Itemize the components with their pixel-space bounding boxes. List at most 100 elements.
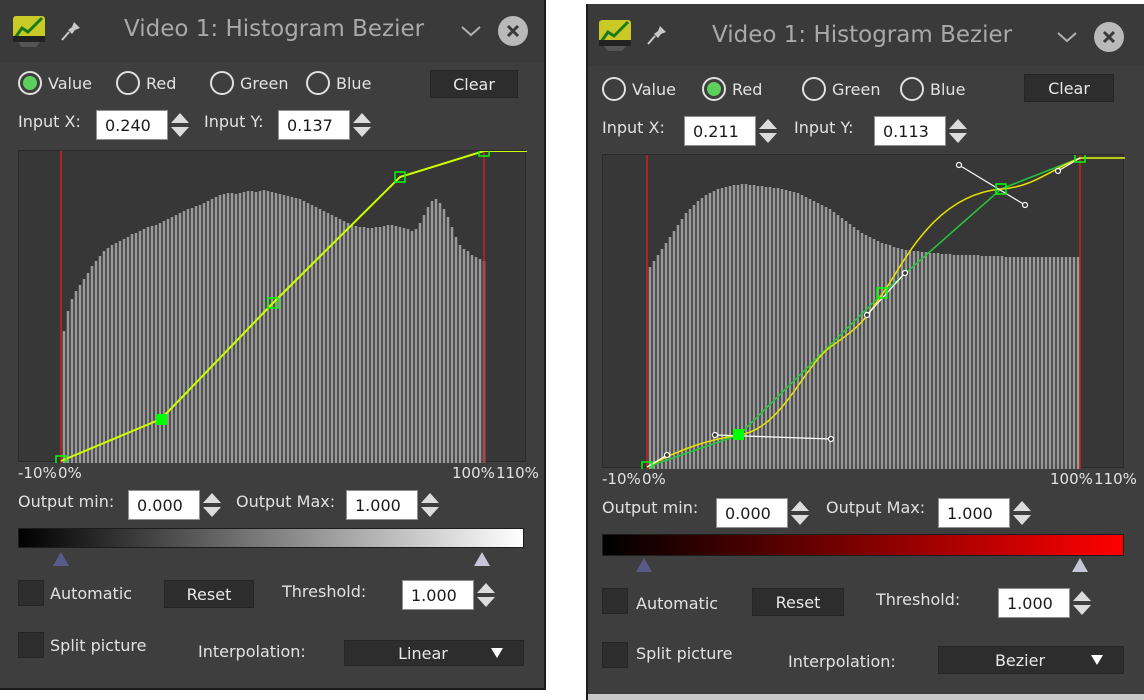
split-picture-checkbox[interactable]	[602, 642, 628, 668]
window-title: Video 1: Histogram Bezier	[124, 16, 425, 42]
spin-down-icon[interactable]	[421, 507, 439, 517]
output-max-spinbox[interactable]: 1.000	[938, 498, 1033, 528]
radio-circle[interactable]	[602, 77, 626, 101]
spin-down-icon[interactable]	[1073, 605, 1091, 615]
spin-up-icon[interactable]	[171, 113, 189, 123]
spin-up-icon[interactable]	[477, 583, 495, 593]
selected-control-point[interactable]	[733, 429, 744, 440]
interpolation-value: Bezier	[994, 650, 1046, 670]
histogram-bars	[648, 184, 1080, 469]
interpolation-value: Linear	[398, 643, 448, 663]
input-y-field[interactable]: 0.113	[874, 116, 946, 146]
spin-up-icon[interactable]	[1073, 591, 1091, 601]
spin-up-icon[interactable]	[353, 113, 371, 123]
threshold-field[interactable]: 1.000	[998, 588, 1070, 618]
radio-green[interactable]: Green	[802, 76, 880, 102]
input-y-spinbox[interactable]: 0.137	[278, 110, 373, 140]
spin-down-icon[interactable]	[353, 127, 371, 137]
radio-circle[interactable]	[306, 71, 330, 95]
radio-blue[interactable]: Blue	[900, 76, 965, 102]
split-picture-label: Split picture	[636, 644, 733, 663]
input-x-spinbox[interactable]: 0.211	[684, 116, 779, 146]
output-min-field[interactable]: 0.000	[128, 490, 200, 520]
clear-button[interactable]: Clear	[1024, 74, 1114, 102]
automatic-checkbox[interactable]	[18, 580, 44, 606]
spin-down-icon[interactable]	[203, 507, 221, 517]
chevron-down-icon[interactable]	[460, 24, 482, 38]
radio-blue[interactable]: Blue	[306, 70, 371, 96]
axis-label-min: -10%	[602, 470, 641, 488]
reset-button[interactable]: Reset	[752, 588, 844, 616]
curve-editor[interactable]	[18, 146, 527, 467]
spin-down-icon[interactable]	[791, 515, 809, 525]
radio-label: Value	[632, 79, 676, 99]
spin-up-icon[interactable]	[1013, 501, 1031, 511]
output-min-spinbox[interactable]: 0.000	[716, 498, 811, 528]
output-max-label: Output Max:	[236, 492, 336, 511]
spin-up-icon[interactable]	[203, 493, 221, 503]
spin-down-icon[interactable]	[759, 133, 777, 143]
chevron-down-icon[interactable]	[1056, 30, 1078, 44]
output-min-spinbox[interactable]: 0.000	[128, 490, 223, 520]
pin-icon[interactable]	[60, 20, 82, 42]
close-icon[interactable]	[498, 16, 528, 46]
radio-red[interactable]: Red	[116, 70, 176, 96]
spin-down-icon[interactable]	[1013, 515, 1031, 525]
radio-circle[interactable]	[18, 71, 42, 95]
spin-down-icon[interactable]	[949, 133, 967, 143]
output-max-field[interactable]: 1.000	[346, 490, 418, 520]
radio-circle[interactable]	[116, 71, 140, 95]
spin-up-icon[interactable]	[421, 493, 439, 503]
threshold-spinbox[interactable]: 1.000	[998, 588, 1093, 618]
automatic-checkbox[interactable]	[602, 588, 628, 614]
split-picture-checkbox[interactable]	[18, 632, 44, 658]
output-min-marker[interactable]	[53, 552, 69, 566]
radio-circle[interactable]	[802, 77, 826, 101]
dropdown-arrow-icon[interactable]	[1091, 655, 1103, 665]
spin-up-icon[interactable]	[949, 119, 967, 129]
radio-circle[interactable]	[702, 77, 726, 101]
radio-circle[interactable]	[900, 77, 924, 101]
output-max-marker[interactable]	[1072, 558, 1088, 572]
selected-control-point[interactable]	[156, 414, 167, 425]
input-x-spinbox[interactable]: 0.240	[96, 110, 191, 140]
interpolation-dropdown[interactable]: Linear	[344, 640, 524, 666]
axis-label-zero: 0%	[58, 464, 82, 482]
threshold-field[interactable]: 1.000	[402, 580, 474, 610]
interpolation-dropdown[interactable]: Bezier	[938, 646, 1124, 674]
automatic-label: Automatic	[636, 594, 719, 613]
threshold-spinbox[interactable]: 1.000	[402, 580, 497, 610]
input-x-field[interactable]: 0.211	[684, 116, 756, 146]
input-x-field[interactable]: 0.240	[96, 110, 168, 140]
spin-up-icon[interactable]	[791, 501, 809, 511]
dropdown-arrow-icon[interactable]	[491, 648, 503, 658]
radio-value[interactable]: Value	[18, 70, 92, 96]
pin-icon[interactable]	[646, 24, 668, 46]
spin-down-icon[interactable]	[171, 127, 189, 137]
output-max-marker[interactable]	[474, 552, 490, 566]
axis-label-min: -10%	[18, 464, 57, 482]
output-max-field[interactable]: 1.000	[938, 498, 1010, 528]
input-y-field[interactable]: 0.137	[278, 110, 350, 140]
radio-red[interactable]: Red	[702, 76, 762, 102]
reset-button[interactable]: Reset	[164, 580, 254, 608]
histogram-app-icon	[13, 16, 45, 47]
title-bar[interactable]: Video 1: Histogram Bezier	[588, 4, 1144, 66]
threshold-label: Threshold:	[876, 590, 961, 609]
split-picture-label: Split picture	[50, 636, 147, 655]
radio-value[interactable]: Value	[602, 76, 676, 102]
spin-down-icon[interactable]	[477, 597, 495, 607]
radio-label: Red	[146, 73, 177, 93]
close-icon[interactable]	[1094, 22, 1124, 52]
output-min-marker[interactable]	[636, 558, 652, 572]
clear-button[interactable]: Clear	[430, 70, 518, 98]
automatic-label: Automatic	[50, 584, 133, 603]
input-y-spinbox[interactable]: 0.113	[874, 116, 969, 146]
title-bar[interactable]: Video 1: Histogram Bezier	[0, 0, 544, 62]
output-max-spinbox[interactable]: 1.000	[346, 490, 441, 520]
radio-circle[interactable]	[210, 71, 234, 95]
spin-up-icon[interactable]	[759, 119, 777, 129]
radio-green[interactable]: Green	[210, 70, 288, 96]
curve-editor[interactable]	[602, 152, 1125, 473]
output-min-field[interactable]: 0.000	[716, 498, 788, 528]
